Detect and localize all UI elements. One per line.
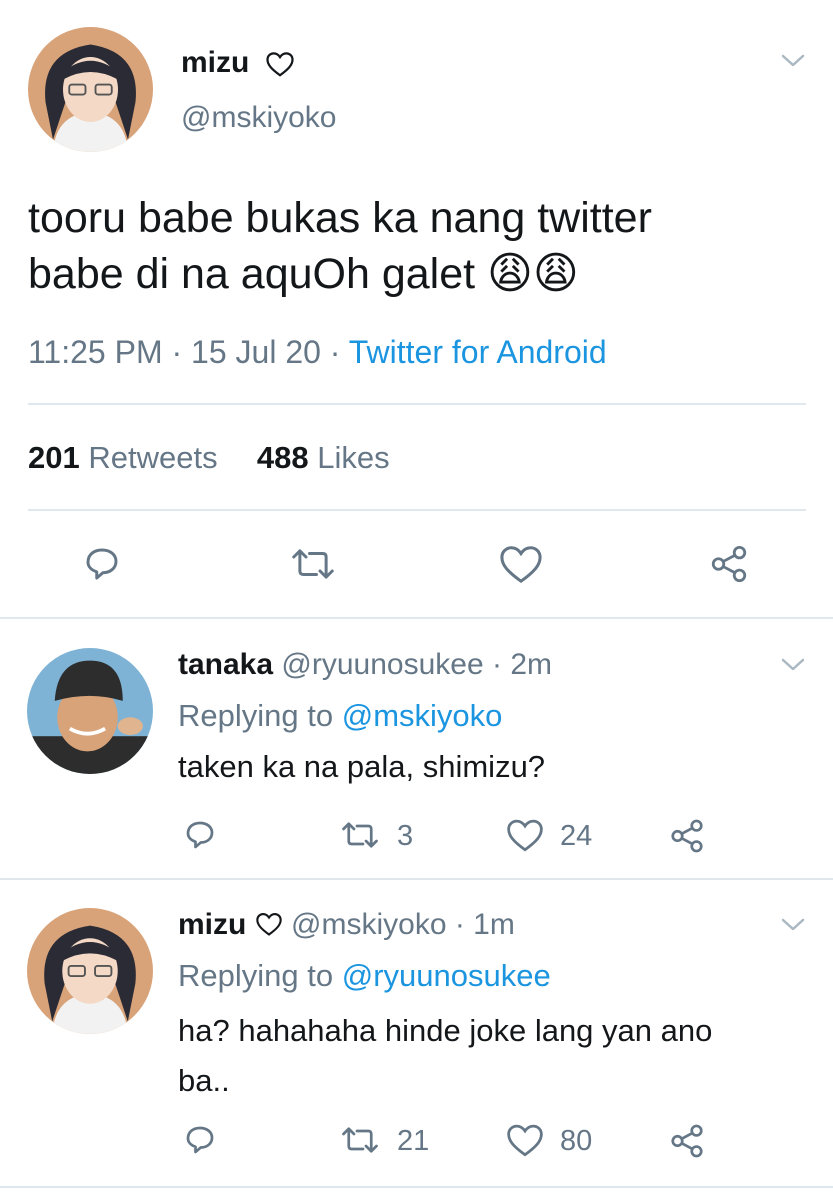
reply-header: tanaka @ryuunosukee · 2m <box>178 646 552 684</box>
like-count: 80 <box>560 1125 593 1157</box>
tweet-source-link[interactable]: Twitter for Android <box>349 334 607 370</box>
divider <box>0 878 833 880</box>
tweet-text: tooru babe bukas ka nang twitter babe di… <box>28 190 818 302</box>
divider <box>28 509 806 511</box>
likes-stat[interactable]: 488 Likes <box>257 440 390 475</box>
heart-outline-icon <box>255 909 283 936</box>
meta-separator: · <box>329 334 341 370</box>
reply-handle[interactable]: @ryuunosukee <box>281 648 483 681</box>
like-icon[interactable] <box>498 543 544 585</box>
replying-to: Replying to @mskiyoko <box>178 697 502 735</box>
replying-to-label: Replying to <box>178 958 334 993</box>
share-icon[interactable] <box>667 817 707 855</box>
retweet-icon[interactable] <box>287 543 339 585</box>
chevron-down-icon[interactable] <box>780 654 806 674</box>
like-count: 24 <box>560 820 593 852</box>
reply-text: ha? hahahaha hinde joke lang yan ano ba.… <box>178 1006 712 1106</box>
avatar-image <box>28 27 153 152</box>
reply-time[interactable]: · 2m <box>492 648 552 681</box>
reply-header: mizu @mskiyoko · 1m <box>178 906 515 944</box>
share-icon[interactable] <box>667 1122 707 1160</box>
reply-handle[interactable]: @mskiyoko <box>291 908 446 941</box>
reply-display-name[interactable]: tanaka <box>178 648 273 681</box>
author-display-name[interactable]: mizu <box>181 46 249 80</box>
likes-count: 488 <box>256 440 309 475</box>
tweet-text-line: tooru babe bukas ka nang twitter <box>28 194 652 242</box>
divider <box>0 617 833 619</box>
reply-time[interactable]: · 1m <box>455 908 515 941</box>
reply-icon[interactable] <box>182 1122 218 1158</box>
replying-to-handle[interactable]: @ryuunosukee <box>342 958 551 993</box>
tweet-text-segment: babe di na aquOh galet <box>28 250 476 298</box>
author-handle[interactable]: @mskiyoko <box>181 101 336 135</box>
retweet-count: 21 <box>397 1125 430 1157</box>
replying-to: Replying to @ryuunosukee <box>178 957 551 995</box>
divider <box>0 1186 833 1188</box>
tweet-date[interactable]: 15 Jul 20 <box>191 334 321 370</box>
retweets-stat[interactable]: 201 Retweets <box>28 440 226 475</box>
reply-text: taken ka na pala, shimizu? <box>178 749 546 784</box>
like-icon[interactable] <box>505 817 545 853</box>
chevron-down-icon[interactable] <box>780 914 806 934</box>
tweet-meta: 11:25 PM · 15 Jul 20 · Twitter for Andro… <box>28 333 607 371</box>
divider <box>28 403 806 405</box>
tweet-stats: 201 Retweets 488 Likes <box>28 440 390 476</box>
weary-face-emoji: 😩😩 <box>487 249 579 298</box>
replying-to-label: Replying to <box>178 698 334 733</box>
tweet-text-line: babe di na aquOh galet 😩😩 <box>28 246 818 302</box>
retweet-count: 3 <box>397 820 414 852</box>
avatar-image <box>27 908 153 1034</box>
tweet-time[interactable]: 11:25 PM <box>28 334 163 370</box>
retweet-icon[interactable] <box>337 817 383 853</box>
like-icon[interactable] <box>505 1122 545 1158</box>
retweet-icon[interactable] <box>337 1122 383 1158</box>
reply-text-line: ha? hahahaha hinde joke lang yan ano <box>178 1013 713 1048</box>
reply-icon[interactable] <box>182 817 218 853</box>
reply-avatar[interactable] <box>27 648 153 774</box>
replying-to-handle[interactable]: @mskiyoko <box>342 698 503 733</box>
reply-icon[interactable] <box>80 543 124 585</box>
meta-separator: · <box>171 334 183 370</box>
reply-display-name[interactable]: mizu <box>178 908 246 941</box>
likes-label: Likes <box>317 440 390 475</box>
share-icon[interactable] <box>706 543 752 585</box>
retweets-label: Retweets <box>88 440 218 475</box>
reply-text-line: ba.. <box>178 1063 230 1098</box>
heart-outline-icon <box>265 50 295 78</box>
chevron-down-icon[interactable] <box>780 50 806 70</box>
retweets-count: 201 <box>28 440 80 475</box>
reply-avatar[interactable] <box>27 908 153 1034</box>
author-avatar[interactable] <box>28 27 153 152</box>
avatar-image <box>27 648 153 774</box>
